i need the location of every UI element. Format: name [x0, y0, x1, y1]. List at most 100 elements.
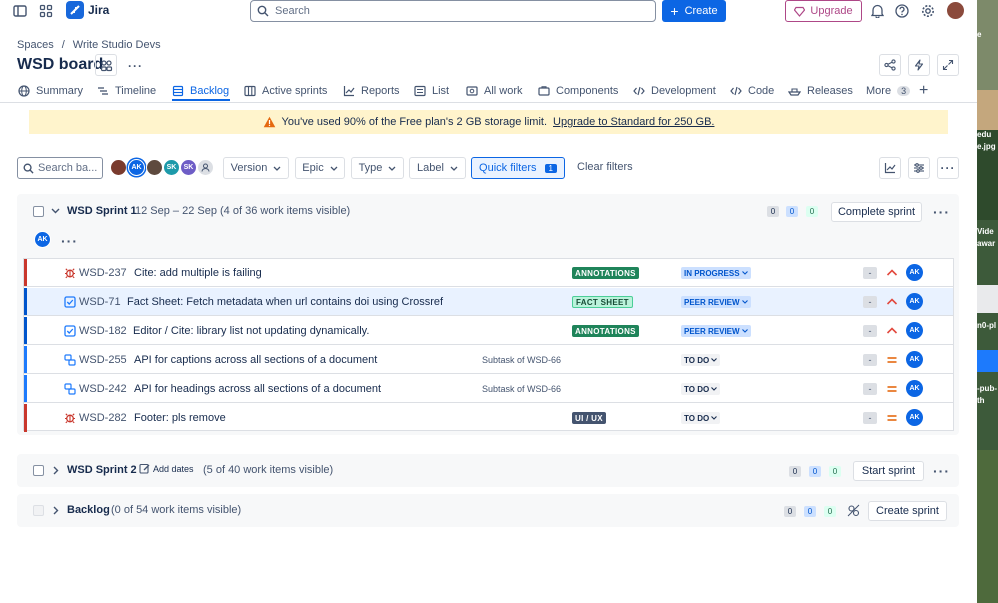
backlog-name[interactable]: Backlog: [67, 504, 110, 516]
more-actions-icon[interactable]: ···: [128, 60, 143, 72]
sprint-name[interactable]: WSD Sprint 2: [67, 464, 137, 476]
table-row[interactable]: WSD-71 Fact Sheet: Fetch metadata when u…: [24, 288, 953, 316]
global-search-input[interactable]: Search: [250, 0, 656, 22]
estimate-field[interactable]: -: [863, 354, 877, 366]
sprint-name[interactable]: WSD Sprint 1: [67, 205, 137, 217]
status-dropdown[interactable]: PEER REVIEW: [681, 296, 751, 308]
table-row[interactable]: WSD-237 Cite: add multiple is failing AN…: [24, 259, 953, 287]
add-dates-button[interactable]: Add dates: [139, 463, 194, 474]
issue-key[interactable]: WSD-255: [79, 354, 127, 366]
breadcrumb-project[interactable]: Write Studio Devs: [73, 39, 161, 51]
settings-gear-icon[interactable]: [920, 3, 936, 19]
app-switcher-icon[interactable]: [38, 3, 54, 19]
avatar-filter-photo[interactable]: [110, 159, 127, 176]
status-dropdown[interactable]: TO DO: [681, 383, 721, 395]
version-filter-dropdown[interactable]: Version: [223, 157, 289, 179]
team-button[interactable]: [95, 54, 117, 76]
complete-sprint-button[interactable]: Complete sprint: [831, 202, 922, 222]
issue-summary[interactable]: Fact Sheet: Fetch metadata when url cont…: [127, 296, 443, 308]
assignee-avatar[interactable]: AK: [906, 351, 923, 368]
backlog-select-checkbox[interactable]: [33, 505, 44, 516]
issue-summary[interactable]: Footer: pls remove: [134, 412, 226, 424]
tab-active-sprints[interactable]: Active sprints: [244, 81, 327, 101]
notifications-bell-icon[interactable]: [869, 3, 885, 19]
start-sprint-button[interactable]: Start sprint: [853, 461, 924, 481]
create-button[interactable]: + Create: [662, 0, 726, 22]
estimate-field[interactable]: -: [863, 267, 877, 279]
table-row[interactable]: WSD-282 Footer: pls remove UI / UX TO DO…: [24, 404, 953, 432]
sprint-select-checkbox[interactable]: [33, 465, 44, 476]
issue-key[interactable]: WSD-237: [79, 267, 127, 279]
tab-reports[interactable]: Reports: [343, 81, 400, 101]
create-sprint-button[interactable]: Create sprint: [868, 501, 947, 521]
fullscreen-button[interactable]: [937, 54, 959, 76]
tab-list[interactable]: List: [414, 81, 449, 101]
issue-summary[interactable]: API for headings across all sections of …: [134, 383, 381, 395]
issue-summary[interactable]: Editor / Cite: library list not updating…: [133, 325, 369, 337]
more-options-button[interactable]: ···: [937, 157, 959, 179]
clear-filters-button[interactable]: Clear filters: [577, 161, 633, 173]
issue-key[interactable]: WSD-182: [79, 325, 127, 337]
status-dropdown[interactable]: TO DO: [681, 354, 721, 366]
sprint-more-icon[interactable]: ···: [933, 464, 950, 478]
parent-issue-link[interactable]: Subtask of WSD-66: [482, 384, 561, 394]
insights-button[interactable]: [879, 157, 901, 179]
issue-key[interactable]: WSD-71: [79, 296, 121, 308]
upgrade-link[interactable]: Upgrade to Standard for 250 GB.: [553, 116, 714, 128]
tab-code[interactable]: Code: [730, 81, 774, 101]
add-tab-plus-icon[interactable]: +: [919, 81, 928, 101]
unassigned-user-icon[interactable]: [197, 159, 214, 176]
profile-avatar[interactable]: [946, 1, 965, 20]
type-filter-dropdown[interactable]: Type: [351, 157, 404, 179]
chevron-right-icon[interactable]: [53, 466, 59, 475]
table-row[interactable]: WSD-255 API for captions across all sect…: [24, 346, 953, 374]
help-icon[interactable]: [894, 3, 910, 19]
table-row[interactable]: WSD-242 API for headings across all sect…: [24, 375, 953, 403]
tab-components[interactable]: Components: [538, 81, 618, 101]
issue-summary[interactable]: API for captions across all sections of …: [134, 354, 377, 366]
tab-development[interactable]: Development: [633, 81, 716, 101]
chevron-down-icon[interactable]: [51, 208, 60, 214]
tab-summary[interactable]: Summary: [18, 81, 83, 101]
chevron-right-icon[interactable]: [53, 506, 59, 515]
tab-timeline[interactable]: Timeline: [97, 81, 156, 101]
breadcrumb-spaces[interactable]: Spaces: [17, 39, 54, 51]
assignee-avatar[interactable]: AK: [906, 322, 923, 339]
jira-logo-icon[interactable]: [66, 1, 84, 19]
share-button[interactable]: [879, 54, 901, 76]
sprint-select-checkbox[interactable]: [33, 206, 44, 217]
estimate-field[interactable]: -: [863, 296, 877, 308]
avatar-filter-sk[interactable]: SK: [163, 159, 180, 176]
label-filter-dropdown[interactable]: Label: [409, 157, 466, 179]
status-dropdown[interactable]: IN PROGRESS: [681, 267, 751, 279]
assignee-avatar[interactable]: AK: [906, 409, 923, 426]
issue-key[interactable]: WSD-282: [79, 412, 127, 424]
sprint-assignee-avatar[interactable]: AK: [34, 231, 51, 248]
assignee-avatar[interactable]: AK: [906, 380, 923, 397]
sprint-more-icon[interactable]: ···: [933, 205, 950, 219]
assignee-avatar[interactable]: AK: [906, 293, 923, 310]
assignee-more-icon[interactable]: ···: [61, 234, 78, 248]
board-settings-icon[interactable]: [847, 504, 860, 517]
issue-key[interactable]: WSD-242: [79, 383, 127, 395]
upgrade-button[interactable]: Upgrade: [785, 0, 862, 22]
tab-more[interactable]: More 3: [866, 81, 911, 101]
issue-summary[interactable]: Cite: add multiple is failing: [134, 267, 262, 279]
avatar-filter-sk[interactable]: SK: [180, 159, 197, 176]
quick-filters-button[interactable]: Quick filters 1: [471, 157, 565, 179]
status-dropdown[interactable]: PEER REVIEW: [681, 325, 751, 337]
app-name[interactable]: Jira: [88, 3, 109, 17]
automation-button[interactable]: [908, 54, 930, 76]
view-settings-button[interactable]: [908, 157, 930, 179]
estimate-field[interactable]: -: [863, 325, 877, 337]
sidebar-toggle-icon[interactable]: [12, 3, 28, 19]
estimate-field[interactable]: -: [863, 383, 877, 395]
tab-releases[interactable]: Releases: [788, 81, 853, 101]
epic-filter-dropdown[interactable]: Epic: [295, 157, 345, 179]
tab-backlog[interactable]: Backlog: [172, 81, 229, 101]
avatar-filter-ak[interactable]: AK: [128, 159, 145, 176]
backlog-search-input[interactable]: Search ba...: [17, 157, 103, 179]
parent-issue-link[interactable]: Subtask of WSD-66: [482, 355, 561, 365]
avatar-filter-photo[interactable]: [146, 159, 163, 176]
table-row[interactable]: WSD-182 Editor / Cite: library list not …: [24, 317, 953, 345]
